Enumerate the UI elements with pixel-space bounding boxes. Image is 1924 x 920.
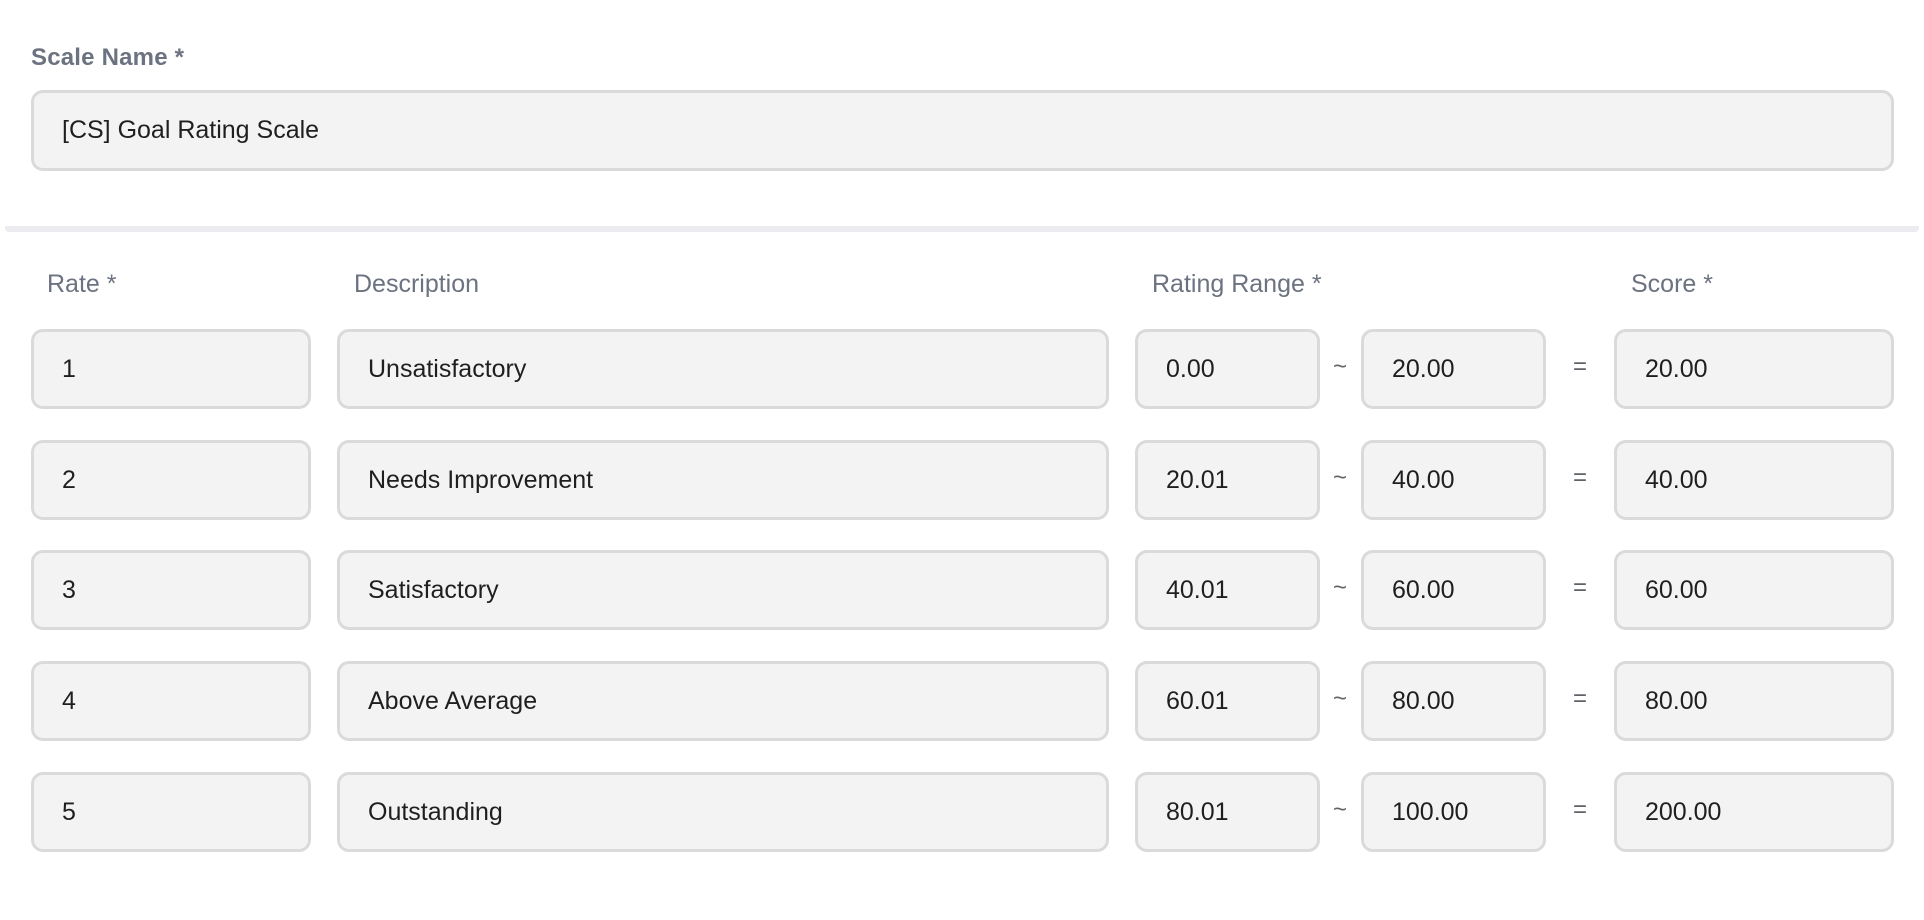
scale-name-input[interactable]: [CS] Goal Rating Scale (31, 90, 1894, 171)
score-column-header: Score * (1631, 270, 1713, 298)
equals-sign: = (1572, 464, 1587, 491)
rate-input[interactable]: 2 (31, 440, 311, 520)
description-input[interactable]: Outstanding (337, 772, 1109, 852)
equals-sign: = (1572, 796, 1587, 823)
range-from-input[interactable]: 80.01 (1135, 772, 1320, 852)
description-input[interactable]: Satisfactory (337, 550, 1109, 630)
rating-range-column-header: Rating Range * (1152, 270, 1322, 298)
rate-input[interactable]: 1 (31, 329, 311, 409)
range-separator: ~ (1332, 353, 1347, 380)
description-column-header: Description (354, 270, 480, 298)
range-separator: ~ (1332, 685, 1347, 712)
range-to-input[interactable]: 80.00 (1361, 661, 1546, 741)
range-separator: ~ (1332, 464, 1347, 491)
scale-name-label: Scale Name * (31, 44, 185, 71)
score-input[interactable]: 20.00 (1614, 329, 1894, 409)
score-input[interactable]: 40.00 (1614, 440, 1894, 520)
range-from-input[interactable]: 40.01 (1135, 550, 1320, 630)
description-input[interactable]: Needs Improvement (337, 440, 1109, 520)
range-to-input[interactable]: 60.00 (1361, 550, 1546, 630)
description-input[interactable]: Unsatisfactory (337, 329, 1109, 409)
score-input[interactable]: 60.00 (1614, 550, 1894, 630)
description-input[interactable]: Above Average (337, 661, 1109, 741)
rate-input[interactable]: 3 (31, 550, 311, 630)
range-separator: ~ (1332, 574, 1347, 601)
range-from-input[interactable]: 20.01 (1135, 440, 1320, 520)
equals-sign: = (1572, 574, 1587, 601)
range-from-input[interactable]: 60.01 (1135, 661, 1320, 741)
range-from-input[interactable]: 0.00 (1135, 329, 1320, 409)
rate-input[interactable]: 5 (31, 772, 311, 852)
range-to-input[interactable]: 100.00 (1361, 772, 1546, 852)
equals-sign: = (1572, 353, 1587, 380)
rating-scale-form: Scale Name * [CS] Goal Rating Scale Rate… (0, 0, 1924, 920)
equals-sign: = (1572, 685, 1587, 712)
score-input[interactable]: 80.00 (1614, 661, 1894, 741)
range-separator: ~ (1332, 796, 1347, 823)
rate-column-header: Rate * (47, 270, 117, 298)
score-input[interactable]: 200.00 (1614, 772, 1894, 852)
range-to-input[interactable]: 40.00 (1361, 440, 1546, 520)
range-to-input[interactable]: 20.00 (1361, 329, 1546, 409)
rate-input[interactable]: 4 (31, 661, 311, 741)
